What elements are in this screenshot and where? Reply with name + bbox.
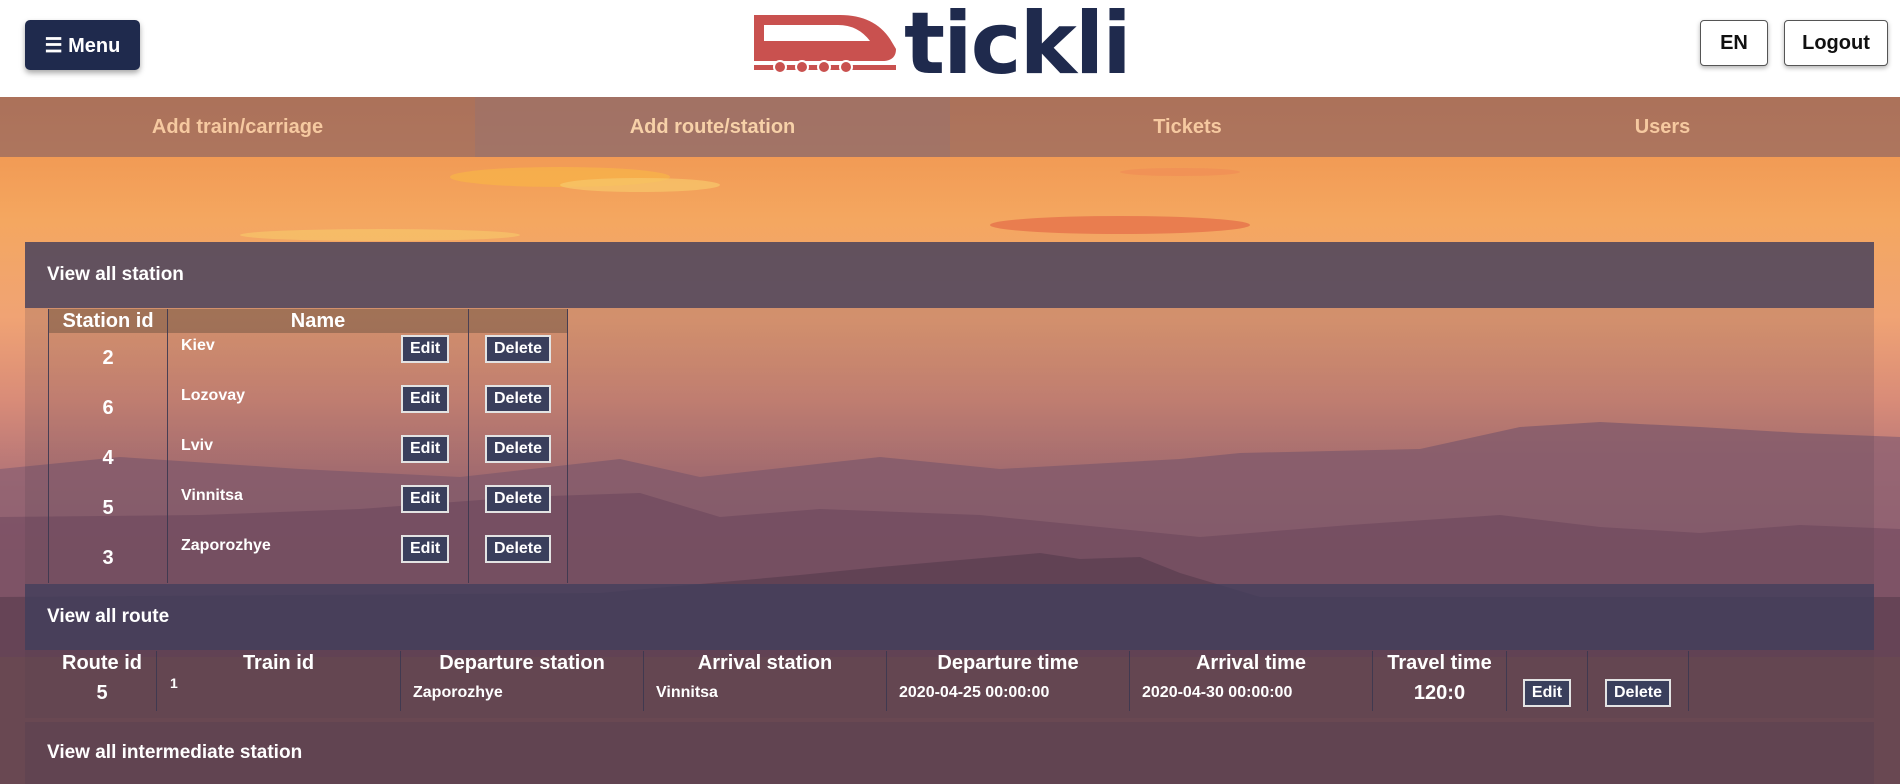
station-name: Zaporozhye [181,537,271,554]
routes-panel-header[interactable]: View all route [25,584,1874,650]
table-header-row: Station id Name [48,309,568,333]
route-edit-cell: Edit [1506,675,1588,711]
header: ☰ Menu tickli EN Logout [0,0,1900,97]
col-edit [1506,651,1588,675]
col-name: Name [167,309,469,333]
col-arrival-time: Arrival time [1129,651,1373,675]
routes-table: Route id Train id Departure station Arri… [48,651,1689,711]
delete-station-button[interactable]: Delete [484,435,552,463]
edit-station-button[interactable]: Edit [401,435,450,463]
delete-route-button[interactable]: Delete [1604,679,1672,707]
stations-panel-title: View all station [47,264,184,285]
col-delete [1587,651,1689,675]
station-name-cell: Vinnitsa Edit [167,483,469,533]
edit-station-button[interactable]: Edit [401,485,450,513]
edit-station-button[interactable]: Edit [401,535,450,563]
travel-time: 120:0 [1372,675,1507,711]
departure-station: Zaporozhye [400,675,644,711]
route-id: 5 [96,681,108,704]
delete-station-button[interactable]: Delete [484,335,552,363]
table-row: 2 Kiev Edit Delete [48,333,568,383]
logo-text: tickli [904,0,1132,94]
station-id: 4 [48,433,168,483]
table-row: 4 Lviv Edit Delete [48,433,568,483]
col-train-id: Train id [156,651,401,675]
arrival-time: 2020-04-30 00:00:00 [1129,675,1373,711]
station-name: Vinnitsa [181,487,243,504]
station-name-cell: Kiev Edit [167,333,469,383]
edit-station-button[interactable]: Edit [401,385,450,413]
station-name: Kiev [181,337,215,354]
station-name-cell: Lviv Edit [167,433,469,483]
station-actions-cell: Delete [468,483,568,533]
intermediate-panel-header[interactable]: View all intermediate station [25,722,1874,784]
train-logo-icon [754,15,896,74]
station-name: Lviv [181,437,214,454]
station-actions-cell: Delete [468,383,568,433]
departure-time: 2020-04-25 00:00:00 [886,675,1130,711]
edit-station-button[interactable]: Edit [401,335,450,363]
station-name-cell: Lozovay Edit [167,383,469,433]
station-id: 2 [48,333,168,383]
intermediate-panel-title: View all intermediate station [47,742,303,763]
col-departure-station: Departure station [400,651,644,675]
col-route-id: Route id [62,651,142,674]
stations-table: Station id Name 2 Kiev Edit Delete 6 Loz… [48,309,568,583]
col-departure-time: Departure time [886,651,1130,675]
station-actions-cell: Delete [468,433,568,483]
top-nav: Add train/carriage Add route/station Tic… [0,97,1900,157]
table-row: 5 Vinnitsa Edit Delete [48,483,568,533]
nav-add-train-carriage[interactable]: Add train/carriage [0,97,475,157]
station-actions-cell: Delete [468,333,568,383]
routes-panel-title: View all route [47,606,170,627]
station-id: 6 [48,383,168,433]
col-actions [468,309,568,333]
menu-button[interactable]: ☰ Menu [25,20,140,70]
col-travel-time: Travel time [1372,651,1507,675]
stations-panel-header[interactable]: View all station [25,242,1874,308]
train-id: 1 [156,675,401,711]
delete-station-button[interactable]: Delete [484,535,552,563]
delete-station-button[interactable]: Delete [484,485,552,513]
station-name: Lozovay [181,387,246,404]
station-name-cell: Zaporozhye Edit [167,533,469,583]
delete-station-button[interactable]: Delete [484,385,552,413]
logout-button[interactable]: Logout [1784,20,1888,66]
table-row: 6 Lozovay Edit Delete [48,383,568,433]
table-row: 5 1 Zaporozhye Vinnitsa 2020-04-25 00:00… [48,675,1689,711]
station-id: 5 [48,483,168,533]
nav-add-route-station[interactable]: Add route/station [475,97,950,157]
language-button[interactable]: EN [1700,20,1768,66]
station-id: 3 [48,533,168,583]
col-arrival-station: Arrival station [643,651,887,675]
col-station-id: Station id [48,309,168,333]
nav-users[interactable]: Users [1425,97,1900,157]
edit-route-button[interactable]: Edit [1522,679,1572,707]
station-actions-cell: Delete [468,533,568,583]
route-delete-cell: Delete [1587,675,1689,711]
nav-tickets[interactable]: Tickets [950,97,1425,157]
arrival-station: Vinnitsa [643,675,887,711]
logo: tickli [750,0,1132,94]
table-header-row: Route id Train id Departure station Arri… [48,651,1689,675]
table-row: 3 Zaporozhye Edit Delete [48,533,568,583]
